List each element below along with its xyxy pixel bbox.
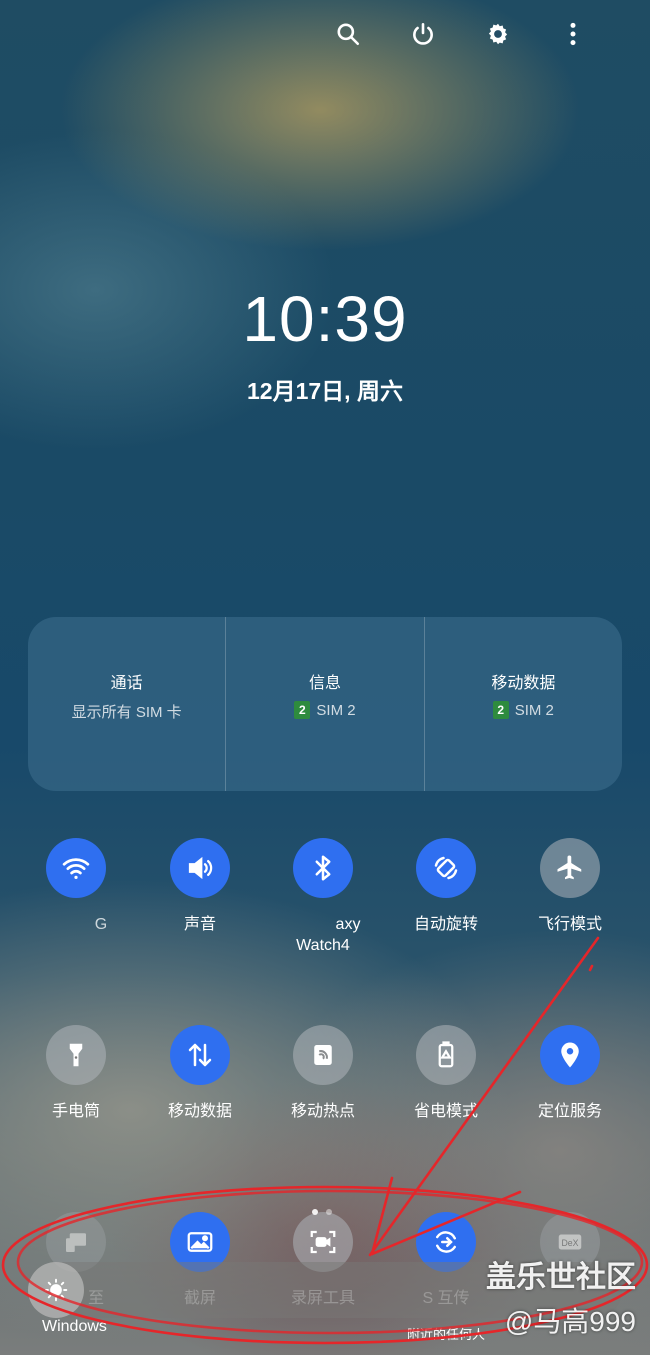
- brightness-handle[interactable]: [28, 1262, 84, 1318]
- sim-data-title: 移动数据: [491, 675, 556, 692]
- hotspot-icon: [293, 1025, 353, 1085]
- sim-messages-subtitle: 2 SIM 2: [294, 701, 356, 719]
- tile-auto-rotate[interactable]: 自动旋转: [384, 838, 508, 935]
- tile-label: 定位服务: [537, 1103, 602, 1120]
- tile-wifi[interactable]: G: [14, 838, 138, 935]
- tile-label-line2: Watch4: [296, 937, 350, 954]
- tile-label: axy Watch4: [286, 914, 361, 956]
- sim-messages[interactable]: 信息 2 SIM 2: [225, 617, 423, 791]
- settings-button[interactable]: [460, 14, 535, 54]
- clock-date[interactable]: 12月17日, 周六: [0, 372, 650, 406]
- battery-saver-icon: [416, 1025, 476, 1085]
- tile-bluetooth[interactable]: axy Watch4: [261, 838, 385, 956]
- sun-icon: [44, 1278, 68, 1302]
- tile-battery-saver[interactable]: 省电模式: [384, 1025, 508, 1122]
- link-to-windows-label: Windows: [42, 1318, 107, 1335]
- top-action-bar: [310, 14, 610, 54]
- watermark-user: @马高999: [504, 1306, 636, 1337]
- bluetooth-icon: [293, 838, 353, 898]
- airplane-icon: [540, 838, 600, 898]
- quick-share-nearby-label: 附近的任何人: [407, 1327, 486, 1342]
- wifi-icon: [46, 838, 106, 898]
- volume-icon: [170, 838, 230, 898]
- sim-data-subtitle: 2 SIM 2: [492, 701, 554, 719]
- watermark-community: 盖乐世社区: [486, 1261, 636, 1294]
- tile-airplane[interactable]: 飞行模式: [508, 838, 632, 935]
- flashlight-icon: [46, 1025, 106, 1085]
- sim-data-label: SIM 2: [514, 701, 554, 719]
- location-icon: [540, 1025, 600, 1085]
- tile-flashlight[interactable]: 手电筒: [14, 1025, 138, 1122]
- clock-time[interactable]: 10:39: [0, 282, 650, 356]
- data-arrows-icon: [170, 1025, 230, 1085]
- tile-label: 声音: [183, 916, 216, 933]
- annotation-mark: [588, 964, 594, 972]
- search-button[interactable]: [310, 14, 385, 54]
- sim-mobile-data[interactable]: 移动数据 2 SIM 2: [423, 617, 622, 791]
- tile-label: 飞行模式: [537, 916, 602, 933]
- sim-calls-subtitle: 显示所有 SIM 卡: [71, 704, 182, 721]
- gear-icon: [488, 23, 507, 45]
- sim-messages-label: SIM 2: [316, 701, 356, 719]
- sim-calls[interactable]: 通话 显示所有 SIM 卡: [28, 617, 225, 791]
- tile-label: 自动旋转: [413, 916, 478, 933]
- sim-calls-title: 通话: [110, 675, 143, 692]
- search-icon: [336, 23, 359, 46]
- page-indicator: [312, 1209, 332, 1215]
- tile-hotspot[interactable]: 移动热点: [261, 1025, 385, 1122]
- power-icon: [412, 22, 433, 45]
- tile-label: 移动数据: [167, 1103, 232, 1120]
- power-button[interactable]: [385, 14, 460, 54]
- more-vert-icon: [570, 22, 575, 46]
- tile-label: 省电模式: [413, 1103, 478, 1120]
- tile-sound[interactable]: 声音: [138, 838, 262, 935]
- sim-manager-panel: 通话 显示所有 SIM 卡 信息 2 SIM 2 移动数据 2 SIM 2: [28, 617, 622, 791]
- tile-label-line1: axy: [335, 916, 361, 933]
- tile-label: 手电筒: [51, 1103, 100, 1120]
- sim-messages-title: 信息: [308, 675, 341, 692]
- sim-badge: 2: [294, 701, 311, 719]
- more-options-button[interactable]: [535, 14, 610, 54]
- tile-label: 移动热点: [290, 1103, 355, 1120]
- tile-location[interactable]: 定位服务: [508, 1025, 632, 1122]
- dex-icon-text: DeX: [561, 1238, 578, 1248]
- tile-mobile-data[interactable]: 移动数据: [138, 1025, 262, 1122]
- auto-rotate-icon: [416, 838, 476, 898]
- tile-label: G: [94, 916, 108, 933]
- sim-badge: 2: [492, 701, 509, 719]
